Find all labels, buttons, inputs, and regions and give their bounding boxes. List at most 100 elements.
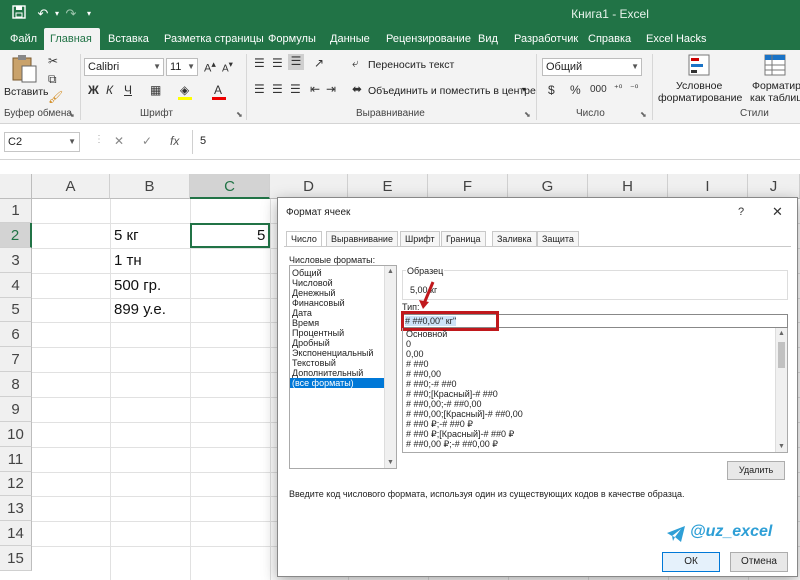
category-item[interactable]: Финансовый [290, 298, 384, 308]
scroll-up-icon[interactable]: ▲ [776, 330, 787, 337]
column-header-a[interactable]: A [32, 174, 110, 199]
font-launcher-icon[interactable]: ⬊ [236, 110, 243, 119]
column-header-f[interactable]: F [428, 174, 508, 199]
decrease-decimal-icon[interactable]: ⁻⁰ [630, 83, 638, 94]
cell-b3[interactable]: 1 тн [114, 252, 142, 269]
number-launcher-icon[interactable]: ⬊ [640, 110, 647, 119]
format-as-table-button[interactable]: Форматирова как таблиц [744, 54, 800, 104]
align-middle-icon[interactable]: ☰ [272, 56, 283, 70]
cell-b2[interactable]: 5 кг [114, 227, 139, 244]
format-code-list[interactable]: Основной 0 0,00 # ##0 # ##0,00 # ##0;-# … [402, 328, 788, 453]
format-code-item[interactable]: Основной [406, 329, 447, 339]
tab-page-layout[interactable]: Разметка страницы [158, 28, 270, 50]
enter-entry-button[interactable]: ✓ [142, 134, 152, 148]
row-header-6[interactable]: 6 [0, 322, 32, 347]
column-header-j[interactable]: J [748, 174, 800, 199]
close-button[interactable]: ✕ [772, 204, 783, 220]
help-button[interactable]: ? [738, 206, 744, 218]
category-item[interactable]: Числовой [290, 278, 384, 288]
category-item[interactable]: Время [290, 318, 384, 328]
wrap-text-button[interactable]: Переносить текст [368, 59, 454, 71]
format-code-item[interactable]: # ##0;[Красный]-# ##0 [406, 389, 498, 399]
category-item-selected[interactable]: (все форматы) [290, 378, 384, 388]
row-header-9[interactable]: 9 [0, 397, 32, 422]
row-header-14[interactable]: 14 [0, 521, 32, 546]
row-header-1[interactable]: 1 [0, 199, 32, 223]
column-header-d[interactable]: D [270, 174, 348, 199]
category-item[interactable]: Дата [290, 308, 384, 318]
tab-protection[interactable]: Защита [537, 231, 579, 246]
format-code-item[interactable]: 0 [406, 339, 411, 349]
scroll-thumb[interactable] [778, 342, 785, 368]
tab-number[interactable]: Число [286, 231, 322, 247]
category-item[interactable]: Дробный [290, 338, 384, 348]
format-code-item[interactable]: # ##0 [406, 359, 429, 369]
align-bottom-icon[interactable]: ☰ [288, 54, 304, 70]
ok-button[interactable]: ОК [662, 552, 720, 572]
row-header-3[interactable]: 3 [0, 248, 32, 273]
format-code-item[interactable]: 0,00 [406, 349, 424, 359]
row-header-5[interactable]: 5 [0, 298, 32, 322]
insert-function-button[interactable]: fx [170, 134, 179, 148]
scroll-down-icon[interactable]: ▼ [385, 459, 396, 466]
format-code-item[interactable]: # ##0;-# ##0 [406, 379, 457, 389]
fill-color-icon[interactable]: ◈ [180, 83, 189, 97]
category-item[interactable]: Процентный [290, 328, 384, 338]
delete-button[interactable]: Удалить [727, 461, 785, 480]
tab-font[interactable]: Шрифт [400, 231, 440, 246]
bold-button[interactable]: Ж [88, 83, 99, 97]
paste-button[interactable]: Вставить [4, 54, 49, 104]
cancel-button[interactable]: Отмена [730, 552, 788, 572]
orientation-icon[interactable]: ↗ [314, 56, 324, 70]
clipboard-launcher-icon[interactable]: ⬊ [68, 110, 75, 119]
align-right-icon[interactable]: ☰ [290, 82, 301, 96]
category-list[interactable]: Общий Числовой Денежный Финансовый Дата … [289, 265, 397, 469]
font-color-icon[interactable]: A [214, 83, 222, 97]
tab-border[interactable]: Граница [441, 231, 486, 246]
borders-icon[interactable]: ▦ [150, 83, 161, 97]
increase-font-icon[interactable]: A▴ [204, 59, 216, 75]
row-header-8[interactable]: 8 [0, 372, 32, 397]
column-header-i[interactable]: I [668, 174, 748, 199]
align-top-icon[interactable]: ☰ [254, 56, 265, 70]
align-left-icon[interactable]: ☰ [254, 82, 265, 96]
copy-icon[interactable]: ⧉ [48, 72, 57, 87]
category-item[interactable]: Дополнительный [290, 368, 384, 378]
format-code-item[interactable]: # ##0,00 [406, 369, 441, 379]
tab-insert[interactable]: Вставка [102, 28, 155, 50]
format-code-item[interactable]: # ##0,00 ₽;-# ##0,00 ₽ [406, 439, 498, 449]
thousands-button[interactable]: 000 [590, 84, 607, 95]
scroll-up-icon[interactable]: ▲ [385, 268, 396, 275]
tab-review[interactable]: Рецензирование [380, 28, 477, 50]
column-header-g[interactable]: G [508, 174, 588, 199]
tab-formulas[interactable]: Формулы [262, 28, 322, 50]
cell-b4[interactable]: 500 гр. [114, 277, 161, 294]
row-header-13[interactable]: 13 [0, 496, 32, 521]
number-format-select[interactable]: Общий ▼ [542, 58, 642, 76]
currency-button[interactable]: $ [548, 83, 555, 97]
decrease-font-icon[interactable]: A▾ [222, 59, 233, 74]
cancel-entry-button[interactable]: ✕ [114, 134, 124, 148]
row-header-4[interactable]: 4 [0, 273, 32, 298]
decrease-indent-icon[interactable]: ⇤ [310, 82, 320, 96]
conditional-formatting-button[interactable]: Условное форматирование [658, 54, 742, 104]
cut-icon[interactable]: ✂ [48, 54, 58, 68]
format-code-item[interactable]: # ##0,00;-# ##0,00 [406, 399, 482, 409]
column-header-e[interactable]: E [348, 174, 428, 199]
align-center-icon[interactable]: ☰ [272, 82, 283, 96]
merge-center-icon[interactable]: ⬌ [352, 82, 362, 96]
tab-help[interactable]: Справка [582, 28, 637, 50]
format-code-item[interactable]: # ##0 ₽;[Красный]-# ##0 ₽ [406, 429, 514, 439]
wrap-text-icon[interactable]: ⤶ [352, 56, 359, 71]
chevron-down-icon[interactable]: ▾ [522, 85, 526, 94]
tab-developer[interactable]: Разработчик [508, 28, 584, 50]
alignment-launcher-icon[interactable]: ⬊ [524, 110, 531, 119]
format-list-scrollbar[interactable]: ▲ ▼ [775, 328, 787, 452]
scroll-down-icon[interactable]: ▼ [776, 443, 787, 450]
merge-center-button[interactable]: Объединить и поместить в центре [368, 85, 536, 97]
row-header-10[interactable]: 10 [0, 422, 32, 447]
tab-fill[interactable]: Заливка [492, 231, 537, 246]
row-header-2[interactable]: 2 [0, 223, 32, 248]
category-item[interactable]: Общий [290, 268, 384, 278]
formula-input[interactable]: 5 [200, 135, 206, 147]
